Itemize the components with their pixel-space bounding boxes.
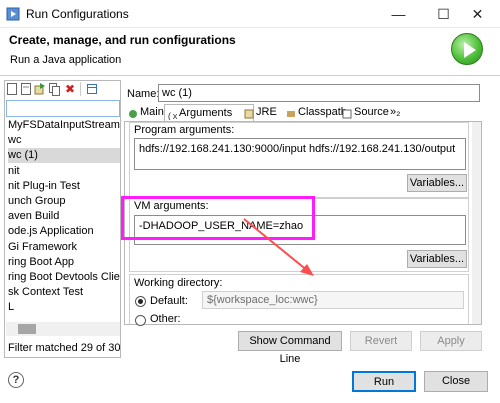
new-prototype-icon[interactable] [20,82,32,96]
name-field[interactable]: wc (1) [158,84,480,102]
tree-item[interactable]: ring Boot Devtools Clier [8,270,120,285]
revert-button: Revert [350,331,412,351]
tab-overflow[interactable]: »₂ [386,104,400,122]
delete-icon[interactable]: ✖ [64,82,76,96]
config-tabs: Main (x) Arguments JRE Classpath Source … [124,104,482,123]
help-icon[interactable]: ? [8,372,24,388]
tab-jre[interactable]: JRE [242,104,277,122]
tree-item[interactable]: wc (1) [8,148,120,164]
jre-tab-icon [244,108,254,119]
banner-title: Create, manage, and run configurations [9,33,236,47]
other-radio[interactable] [135,315,146,326]
tab-label: JRE [256,106,277,118]
vm-variables-button[interactable]: Variables... [407,250,467,268]
tree-item[interactable]: ode.js Application [8,224,120,239]
new-configuration-icon[interactable] [6,82,18,96]
main-tab-icon [128,108,138,118]
program-arguments-field[interactable]: hdfs://192.168.241.130:9000/input hdfs:/… [134,138,466,170]
banner-subtitle: Run a Java application [10,54,122,66]
name-label: Name: [127,88,160,100]
tab-main[interactable]: Main [126,104,164,122]
tree-item[interactable]: unch Group [8,194,120,209]
tab-source[interactable]: Source [340,104,389,122]
svg-text:(x): (x) [167,112,177,120]
run-button[interactable]: Run [352,371,416,392]
program-variables-button[interactable]: Variables... [407,174,467,192]
apply-button: Apply [420,331,482,351]
tree-item[interactable]: nit [8,164,120,179]
tree-item[interactable]: ring Boot App [8,255,120,270]
arguments-tab-icon: (x) [167,109,183,122]
run-app-icon [6,7,20,21]
annotation-arrow-icon [243,218,314,276]
scrollbar-thumb[interactable] [18,324,36,334]
export-icon[interactable] [34,82,46,96]
close-button[interactable]: Close [424,371,488,392]
filter-input[interactable] [6,100,120,117]
working-directory-label: Working directory: [134,277,223,289]
tab-label: Arguments [179,107,233,119]
run-logo-icon [451,33,483,65]
tree-item[interactable]: sk Context Test [8,285,120,300]
config-toolbar: ✖ [6,82,116,98]
tree-item[interactable]: Gi Framework [8,240,120,255]
show-command-line-button[interactable]: Show Command Line [238,331,342,365]
default-label: Default: [150,295,188,307]
tree-item[interactable]: wc [8,133,120,148]
source-tab-icon [342,108,352,119]
close-window-button[interactable]: ✕ [455,0,500,28]
tree-item[interactable]: L [8,300,120,315]
filter-icon[interactable] [86,82,98,96]
filter-status: Filter matched 29 of 30 i [8,342,120,354]
other-label: Other: [150,313,181,324]
default-directory-field: ${workspace_loc:wwc} [202,291,464,309]
tree-item[interactable]: nit Plug-in Test [8,179,120,194]
tab-label: Source [354,106,389,118]
duplicate-icon[interactable] [48,82,60,96]
tree-item[interactable]: aven Build [8,209,120,224]
minimize-button[interactable]: — [376,0,421,28]
program-arguments-label: Program arguments: [134,124,235,136]
default-radio[interactable] [135,296,146,307]
tab-classpath[interactable]: Classpath [284,104,347,122]
tab-label: Main [140,106,164,118]
classpath-tab-icon [286,108,296,118]
content-vertical-scrollbar[interactable] [472,122,481,324]
window-title: Run Configurations [26,7,129,21]
tree-item[interactable]: MyFSDataInputStream [8,118,120,133]
